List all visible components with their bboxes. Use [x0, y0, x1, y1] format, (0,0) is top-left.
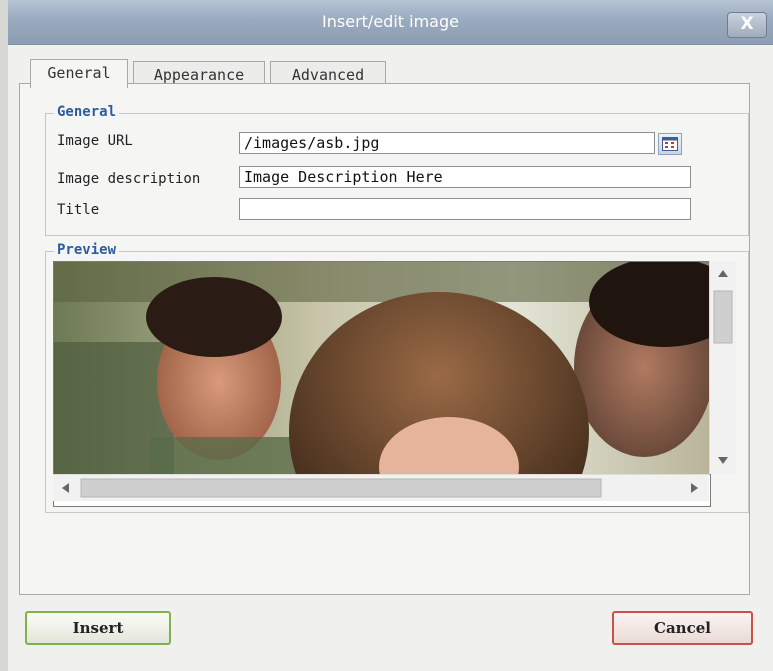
cancel-button-label: Cancel: [654, 619, 711, 637]
insert-button[interactable]: Insert: [25, 611, 171, 645]
tab-appearance-label: Appearance: [153, 66, 245, 84]
close-icon: X: [740, 14, 754, 34]
image-url-input[interactable]: [239, 132, 655, 154]
general-legend: General: [54, 104, 120, 120]
dialog-title: Insert/edit image: [322, 12, 459, 31]
preview-legend: Preview: [54, 242, 120, 258]
tab-general-label: General: [47, 64, 111, 82]
cancel-button[interactable]: Cancel: [612, 611, 753, 645]
vertical-scrollbar-graphic: [713, 270, 733, 464]
title-bar[interactable]: Insert/edit image X: [8, 0, 773, 45]
preview-image: [54, 262, 710, 475]
preview-vertical-scrollbar[interactable]: [709, 261, 736, 474]
image-description-input[interactable]: [239, 166, 691, 188]
horizontal-scrollbar-graphic: [62, 478, 698, 498]
image-url-label: Image URL: [57, 133, 133, 149]
title-label: Title: [57, 202, 100, 218]
preview-photo: [54, 262, 710, 475]
tab-general[interactable]: General: [30, 59, 128, 88]
preview-horizontal-scrollbar[interactable]: [53, 474, 709, 501]
close-button[interactable]: X: [727, 12, 767, 38]
title-input[interactable]: [239, 198, 691, 220]
browse-button[interactable]: [658, 133, 682, 155]
image-description-label: Image description: [57, 171, 201, 187]
preview-frame: [53, 261, 711, 507]
tab-advanced-label: Advanced: [291, 66, 365, 84]
browse-icon: [662, 137, 678, 151]
insert-button-label: Insert: [72, 619, 124, 637]
background-strip: [0, 0, 8, 671]
